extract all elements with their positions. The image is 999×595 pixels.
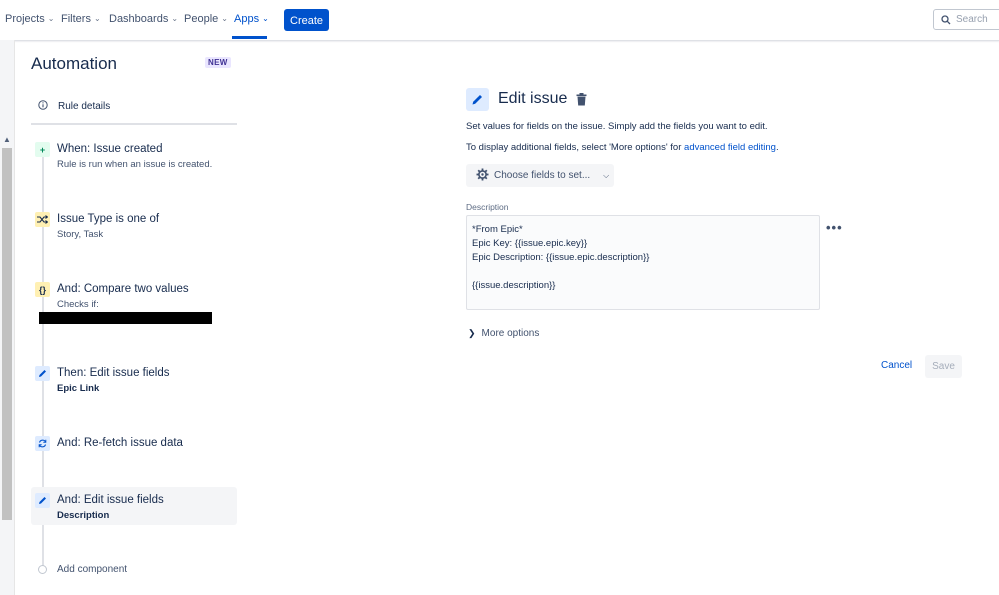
more-options-label: More options xyxy=(481,328,540,339)
panel-instructions-advanced: To display additional fields, select 'Mo… xyxy=(466,142,779,153)
sidebar-scrollbar[interactable]: ▲ xyxy=(0,40,15,595)
nav-apps[interactable]: Apps ⌄ xyxy=(234,13,269,25)
pencil-icon xyxy=(466,88,489,111)
search-input[interactable] xyxy=(956,12,999,27)
chevron-down-icon: ⌄ xyxy=(47,13,55,23)
chevron-down-icon: ⌵ xyxy=(603,170,610,180)
description-line: Epic Key: {{issue.epic.key}} xyxy=(472,238,588,249)
info-icon xyxy=(38,100,48,113)
nav-people[interactable]: People ⌄ xyxy=(184,13,228,25)
nav-filters[interactable]: Filters ⌄ xyxy=(61,13,101,25)
rule-details-link[interactable]: Rule details xyxy=(38,100,110,113)
top-navigation: Projects ⌄ Filters ⌄ Dashboards ⌄ People ⌄ A… xyxy=(0,0,999,41)
create-button[interactable]: Create xyxy=(284,9,329,31)
step-subtitle: Rule is run when an issue is created. xyxy=(57,159,213,170)
step-title: And: Compare two values xyxy=(57,283,189,295)
description-line: *From Epic* xyxy=(472,224,523,235)
nav-apps-label: Apps xyxy=(234,13,260,25)
more-actions-icon[interactable]: ••• xyxy=(826,220,843,235)
step-subtitle: Epic Link xyxy=(57,383,100,394)
instruction-period: . xyxy=(775,142,779,153)
chevron-down-icon: ⌄ xyxy=(221,13,228,23)
save-button[interactable]: Save xyxy=(925,355,962,378)
step-title: And: Re-fetch issue data xyxy=(57,437,183,449)
chevron-down-icon: ⌄ xyxy=(171,13,179,23)
advanced-field-editing-link[interactable]: advanced field editing xyxy=(684,142,776,153)
rule-step-edit-epic-link[interactable]: Then: Edit issue fields Epic Link xyxy=(31,366,237,398)
nav-filters-label: Filters xyxy=(61,13,91,25)
circle-icon xyxy=(38,565,47,574)
nav-dashboards[interactable]: Dashboards ⌄ xyxy=(109,13,178,25)
step-subtitle: Story, Task xyxy=(57,229,104,240)
panel-instructions: Set values for fields on the issue. Simp… xyxy=(466,121,768,132)
gear-icon xyxy=(476,168,489,184)
scrollbar-thumb[interactable] xyxy=(2,148,12,520)
sidebar-divider xyxy=(31,123,237,125)
nav-projects[interactable]: Projects ⌄ xyxy=(5,13,54,25)
description-line: Epic Description: {{issue.epic.descripti… xyxy=(472,252,650,263)
description-line xyxy=(472,265,814,279)
choose-fields-button[interactable]: Choose fields to set... ⌵ xyxy=(466,164,614,187)
step-title: When: Issue created xyxy=(57,143,163,155)
step-subtitle: Description xyxy=(57,510,110,521)
nav-people-label: People xyxy=(184,13,219,25)
rule-details-label: Rule details xyxy=(58,101,111,112)
search-box[interactable] xyxy=(933,9,999,30)
step-title: Issue Type is one of xyxy=(57,213,160,225)
trash-icon[interactable] xyxy=(576,93,587,109)
description-field[interactable]: *From Epic* Epic Key: {{issue.epic.key}}… xyxy=(466,215,820,310)
description-label: Description xyxy=(466,202,509,212)
new-badge: NEW xyxy=(205,57,231,68)
plus-icon: + xyxy=(35,142,50,157)
chevron-right-icon: ❯ xyxy=(468,328,476,338)
panel-title: Edit issue xyxy=(498,90,568,107)
description-line: {{issue.description}} xyxy=(472,280,556,291)
chevron-down-icon: ⌄ xyxy=(93,13,101,23)
pencil-icon xyxy=(35,366,50,381)
nav-projects-label: Projects xyxy=(5,13,45,25)
instruction-text: To display additional fields, select 'Mo… xyxy=(466,142,685,153)
rule-step-refetch[interactable]: And: Re-fetch issue data xyxy=(31,436,237,454)
step-subtitle: Checks if: xyxy=(57,299,99,310)
nav-dashboards-label: Dashboards xyxy=(109,13,169,25)
braces-icon: {} xyxy=(35,282,50,297)
sidebar-title: Automation xyxy=(31,54,117,73)
search-icon xyxy=(941,15,951,28)
step-title: Then: Edit issue fields xyxy=(57,367,170,379)
more-options-toggle[interactable]: ❯ More options xyxy=(468,328,539,339)
refresh-icon xyxy=(35,436,50,451)
choose-fields-label: Choose fields to set... xyxy=(494,170,591,181)
cancel-button[interactable]: Cancel xyxy=(881,360,912,371)
scroll-up-arrow-icon[interactable]: ▲ xyxy=(3,135,11,144)
rule-step-issue-type-condition[interactable]: Issue Type is one of Story, Task xyxy=(31,212,237,244)
shuffle-icon xyxy=(35,212,50,227)
pencil-icon xyxy=(35,493,50,508)
active-tab-indicator xyxy=(232,36,267,39)
rule-step-edit-description[interactable]: And: Edit issue fields Description xyxy=(31,487,237,525)
step-title: And: Edit issue fields xyxy=(57,494,164,506)
rule-step-trigger[interactable]: + When: Issue created Rule is run when a… xyxy=(31,142,237,174)
add-component-link[interactable]: Add component xyxy=(38,564,127,575)
chevron-down-icon: ⌄ xyxy=(262,13,269,23)
add-component-label: Add component xyxy=(57,564,128,575)
redacted-block xyxy=(39,312,212,324)
